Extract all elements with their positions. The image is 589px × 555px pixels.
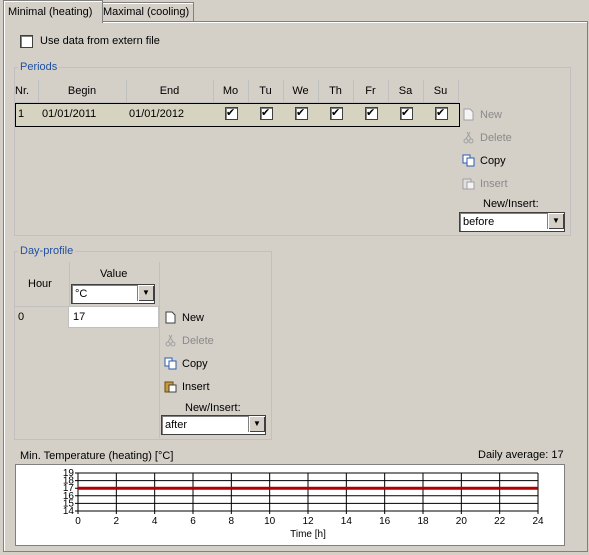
period-begin[interactable]: 01/01/2011 bbox=[42, 105, 96, 123]
col-header-su: Su bbox=[423, 80, 459, 103]
new-label: New bbox=[182, 312, 205, 324]
x-tick-label: 4 bbox=[152, 516, 158, 527]
day-checkbox-su[interactable] bbox=[435, 106, 448, 120]
period-end[interactable]: 01/01/2012 bbox=[129, 105, 184, 123]
profile-value[interactable]: 17 bbox=[73, 308, 85, 326]
new-document-icon bbox=[165, 311, 176, 324]
chart-area: 0 2 4 6 8 10 12 14 16 18 20 22 24 14 15 16 17 18 19 Time [h… bbox=[15, 464, 565, 546]
unit-value: °C bbox=[75, 288, 88, 300]
copy-icon bbox=[164, 357, 177, 370]
day-checkbox-th[interactable] bbox=[330, 106, 343, 120]
col-header-fr: Fr bbox=[353, 80, 389, 103]
profile-insert-button[interactable]: Insert bbox=[162, 377, 210, 397]
scissors-icon bbox=[165, 334, 176, 347]
x-tick-label: 10 bbox=[264, 516, 276, 527]
periods-new-insert-select[interactable]: before ▼ bbox=[459, 212, 565, 232]
insert-label: Insert bbox=[480, 178, 508, 190]
column-divider bbox=[69, 262, 70, 306]
periods-delete-button[interactable]: Delete bbox=[460, 128, 512, 148]
profile-copy-button[interactable]: Copy bbox=[162, 354, 208, 374]
temperature-chart: 0 2 4 6 8 10 12 14 16 18 20 22 24141516171819Time [h… bbox=[63, 468, 544, 540]
column-divider bbox=[159, 262, 160, 438]
periods-copy-button[interactable]: Copy bbox=[460, 151, 506, 171]
day-checkbox-we[interactable] bbox=[295, 106, 308, 120]
col-header-begin: Begin bbox=[38, 80, 127, 103]
x-tick-label: 20 bbox=[456, 516, 468, 527]
col-header-we: We bbox=[283, 80, 319, 103]
chart-title: Min. Temperature (heating) [°C] bbox=[20, 450, 174, 462]
new-document-icon bbox=[463, 108, 474, 121]
profile-new-insert-select[interactable]: after ▼ bbox=[161, 415, 266, 435]
day-checkbox-fr[interactable] bbox=[365, 106, 378, 120]
periods-title: Periods bbox=[18, 61, 60, 73]
col-header-th: Th bbox=[318, 80, 354, 103]
paste-icon bbox=[462, 178, 475, 190]
x-tick-label: 2 bbox=[114, 516, 120, 527]
periods-insert-button[interactable]: Insert bbox=[460, 174, 508, 194]
col-hour-header: Hour bbox=[28, 278, 52, 290]
profile-delete-button[interactable]: Delete bbox=[162, 331, 214, 351]
profile-new-insert-value: after bbox=[165, 419, 188, 431]
unit-select[interactable]: °C ▼ bbox=[71, 284, 155, 304]
periods-new-button[interactable]: New bbox=[460, 105, 502, 125]
daily-average: Daily average: 17 bbox=[478, 449, 564, 461]
tab-minimal-heating[interactable]: Minimal (heating) bbox=[3, 0, 103, 23]
x-tick-label: 0 bbox=[75, 516, 81, 527]
profile-hour: 0 bbox=[18, 311, 25, 323]
day-checkbox-sa[interactable] bbox=[400, 106, 413, 120]
chevron-down-icon[interactable]: ▼ bbox=[547, 213, 564, 229]
day-profile-title: Day-profile bbox=[18, 245, 76, 257]
col-header-nr: Nr. bbox=[15, 80, 39, 103]
copy-label: Copy bbox=[480, 155, 506, 167]
delete-label: Delete bbox=[480, 132, 512, 144]
copy-icon bbox=[462, 154, 475, 167]
chevron-down-icon[interactable]: ▼ bbox=[137, 285, 154, 301]
x-tick-label: 22 bbox=[494, 516, 506, 527]
copy-label: Copy bbox=[182, 358, 208, 370]
x-tick-label: 14 bbox=[341, 516, 353, 527]
periods-new-insert-value: before bbox=[463, 216, 495, 228]
tab-maximal-cooling[interactable]: Maximal (cooling) bbox=[98, 2, 194, 22]
new-label: New bbox=[480, 109, 503, 121]
day-checkbox-mo[interactable] bbox=[225, 106, 238, 120]
x-tick-label: 24 bbox=[532, 516, 544, 527]
extern-file-label: Use data from extern file bbox=[40, 35, 160, 47]
col-header-sa: Sa bbox=[388, 80, 424, 103]
x-tick-label: 16 bbox=[379, 516, 391, 527]
profile-new-insert-label: New/Insert: bbox=[185, 402, 241, 414]
profile-new-button[interactable]: New bbox=[162, 308, 204, 328]
insert-label: Insert bbox=[182, 381, 210, 393]
x-tick-label: 6 bbox=[190, 516, 196, 527]
col-header-mo: Mo bbox=[213, 80, 249, 103]
x-tick-label: 18 bbox=[417, 516, 429, 527]
x-axis-label: Time [h] bbox=[290, 529, 326, 540]
x-tick-label: 8 bbox=[229, 516, 235, 527]
period-nr: 1 bbox=[18, 108, 25, 120]
periods-new-insert-label: New/Insert: bbox=[483, 198, 539, 210]
extern-file-checkbox[interactable] bbox=[20, 35, 33, 48]
col-header-end: End bbox=[126, 80, 214, 103]
col-value-header: Value bbox=[100, 268, 128, 280]
chevron-down-icon[interactable]: ▼ bbox=[248, 416, 265, 432]
y-tick-label: 19 bbox=[63, 468, 75, 479]
delete-label: Delete bbox=[182, 335, 214, 347]
col-header-tu: Tu bbox=[248, 80, 284, 103]
day-checkbox-tu[interactable] bbox=[260, 106, 273, 120]
x-tick-label: 12 bbox=[302, 516, 314, 527]
paste-icon bbox=[164, 381, 177, 393]
scissors-icon bbox=[463, 131, 474, 144]
